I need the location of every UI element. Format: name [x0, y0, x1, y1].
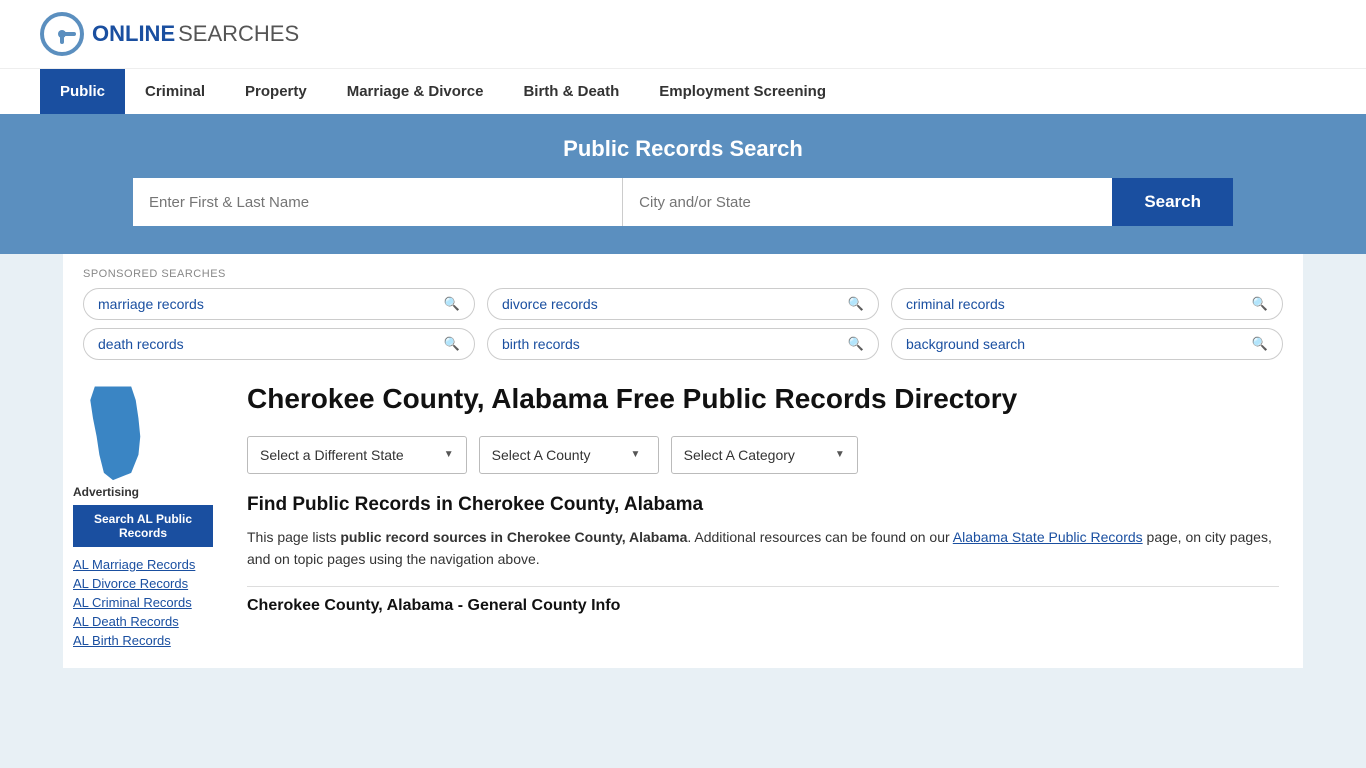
dropdowns-row: Select a Different State ▼ Select A Coun…	[247, 436, 1279, 474]
main-nav: Public Criminal Property Marriage & Divo…	[0, 68, 1366, 114]
content-wrapper: Advertising Search AL Public Records AL …	[63, 366, 1303, 668]
search-icon-1: 🔍	[444, 296, 460, 312]
sponsored-links: marriage records 🔍 divorce records 🔍 cri…	[83, 288, 1283, 360]
sponsored-link-criminal[interactable]: criminal records 🔍	[891, 288, 1283, 320]
search-button[interactable]: Search	[1112, 178, 1233, 226]
search-icon-6: 🔍	[1252, 336, 1268, 352]
sponsored-section: SPONSORED SEARCHES marriage records 🔍 di…	[63, 254, 1303, 366]
category-dropdown-label: Select A Category	[684, 447, 795, 463]
logo-icon	[40, 12, 84, 56]
nav-property[interactable]: Property	[225, 69, 327, 114]
sponsored-link-birth-text: birth records	[502, 336, 580, 352]
nav-employment[interactable]: Employment Screening	[639, 69, 846, 114]
logo[interactable]: ONLINE SEARCHES	[40, 12, 299, 56]
search-form: Search	[133, 178, 1233, 226]
find-desc-2: . Additional resources can be found on o…	[687, 529, 952, 545]
sponsored-link-background-text: background search	[906, 336, 1025, 352]
category-dropdown[interactable]: Select A Category ▼	[671, 436, 858, 474]
location-input[interactable]	[623, 178, 1112, 226]
sidebar-link-marriage[interactable]: AL Marriage Records	[73, 557, 213, 572]
county-dropdown[interactable]: Select A County ▼	[479, 436, 659, 474]
sponsored-link-divorce-text: divorce records	[502, 296, 598, 312]
search-icon-3: 🔍	[1252, 296, 1268, 312]
search-icon-2: 🔍	[848, 296, 864, 312]
sponsored-link-birth[interactable]: birth records 🔍	[487, 328, 879, 360]
advertising-label: Advertising	[73, 485, 213, 499]
state-dropdown-chevron: ▼	[444, 449, 454, 460]
county-dropdown-chevron: ▼	[630, 449, 640, 460]
page-title: Cherokee County, Alabama Free Public Rec…	[247, 382, 1279, 416]
sponsored-link-criminal-text: criminal records	[906, 296, 1005, 312]
sponsored-link-death[interactable]: death records 🔍	[83, 328, 475, 360]
find-heading: Find Public Records in Cherokee County, …	[247, 494, 1279, 516]
county-info-heading: Cherokee County, Alabama - General Count…	[247, 586, 1279, 621]
nav-birth-death[interactable]: Birth & Death	[503, 69, 639, 114]
sidebar-link-death[interactable]: AL Death Records	[73, 614, 213, 629]
main-content: SPONSORED SEARCHES marriage records 🔍 di…	[63, 254, 1303, 668]
find-desc-1: This page lists	[247, 529, 340, 545]
county-dropdown-label: Select A County	[492, 447, 591, 463]
state-dropdown-label: Select a Different State	[260, 447, 404, 463]
sponsored-link-marriage-text: marriage records	[98, 296, 204, 312]
search-icon-4: 🔍	[444, 336, 460, 352]
logo-text: ONLINE SEARCHES	[92, 23, 299, 45]
search-banner: Public Records Search Search	[0, 114, 1366, 254]
sidebar-links: AL Marriage Records AL Divorce Records A…	[73, 557, 213, 648]
find-desc-bold: public record sources in Cherokee County…	[340, 529, 687, 545]
sidebar: Advertising Search AL Public Records AL …	[63, 366, 223, 668]
category-dropdown-chevron: ▼	[835, 449, 845, 460]
sponsored-link-death-text: death records	[98, 336, 184, 352]
sponsored-link-background[interactable]: background search 🔍	[891, 328, 1283, 360]
sponsored-link-divorce[interactable]: divorce records 🔍	[487, 288, 879, 320]
search-al-records-button[interactable]: Search AL Public Records	[73, 505, 213, 547]
logo-online-text: ONLINE	[92, 23, 175, 45]
search-banner-title: Public Records Search	[40, 136, 1326, 162]
state-dropdown[interactable]: Select a Different State ▼	[247, 436, 467, 474]
find-link[interactable]: Alabama State Public Records	[953, 529, 1143, 545]
sidebar-link-divorce[interactable]: AL Divorce Records	[73, 576, 213, 591]
name-input[interactable]	[133, 178, 623, 226]
sidebar-link-criminal[interactable]: AL Criminal Records	[73, 595, 213, 610]
nav-criminal[interactable]: Criminal	[125, 69, 225, 114]
nav-public[interactable]: Public	[40, 69, 125, 114]
alabama-map-icon	[73, 382, 153, 482]
sponsored-link-marriage[interactable]: marriage records 🔍	[83, 288, 475, 320]
nav-marriage-divorce[interactable]: Marriage & Divorce	[327, 69, 504, 114]
sponsored-label: SPONSORED SEARCHES	[83, 268, 1283, 280]
find-description: This page lists public record sources in…	[247, 526, 1279, 571]
page-header: ONLINE SEARCHES	[0, 0, 1366, 68]
main-article: Cherokee County, Alabama Free Public Rec…	[223, 366, 1303, 668]
logo-searches-text: SEARCHES	[178, 23, 299, 45]
search-icon-5: 🔍	[848, 336, 864, 352]
sidebar-link-birth[interactable]: AL Birth Records	[73, 633, 213, 648]
